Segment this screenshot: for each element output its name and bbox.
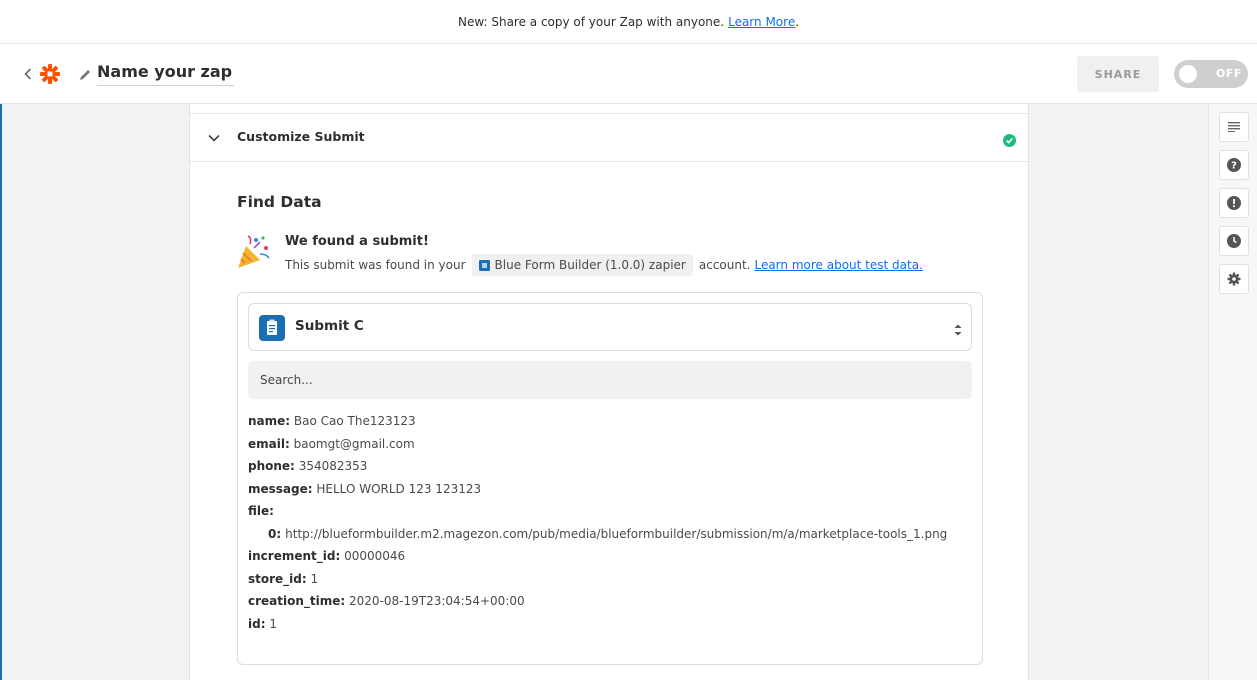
alert-icon — [1227, 196, 1241, 210]
help-button[interactable]: ? — [1219, 150, 1249, 180]
list-icon — [1228, 122, 1240, 132]
field-value: http://blueformbuilder.m2.magezon.com/pu… — [285, 526, 948, 541]
back-chevron-icon[interactable] — [24, 64, 38, 84]
field-key: store_id: — [248, 571, 307, 586]
field-row-file: file: — [248, 500, 968, 523]
field-key: id: — [248, 616, 266, 631]
announcement-banner: New: Share a copy of your Zap with anyon… — [0, 0, 1257, 44]
section-title: Customize Submit — [237, 129, 365, 144]
field-row-phone: phone: 354082353 — [248, 455, 968, 478]
zap-name-field[interactable]: Name your zap — [97, 62, 235, 86]
field-row-creation-time: creation_time: 2020-08-19T23:04:54+00:00 — [248, 590, 968, 613]
customize-submit-section-header[interactable]: Customize Submit — [190, 114, 1028, 162]
share-button[interactable]: SHARE — [1077, 56, 1159, 92]
field-key: creation_time: — [248, 594, 346, 608]
found-title: We found a submit! — [285, 234, 429, 249]
field-list: name: Bao Cao The123123 email: baomgt@gm… — [248, 410, 968, 635]
sample-record-selector[interactable]: Submit C — [248, 303, 972, 351]
help-icon: ? — [1227, 158, 1241, 172]
panel-top-strip — [190, 104, 1028, 114]
field-key: message: — [248, 481, 313, 496]
field-row-increment-id: increment_id: 00000046 — [248, 545, 968, 568]
field-value: 00000046 — [344, 549, 406, 563]
field-row-email: email: baomgt@gmail.com — [248, 433, 968, 456]
field-row-name: name: Bao Cao The123123 — [248, 410, 968, 433]
search-input[interactable] — [248, 361, 972, 399]
zap-on-off-toggle[interactable]: OFF — [1174, 60, 1248, 88]
settings-icon — [1227, 272, 1241, 286]
field-key: phone: — [248, 459, 295, 473]
history-icon — [1227, 234, 1241, 248]
field-key: name: — [248, 414, 291, 428]
banner-learn-more-link[interactable]: Learn More — [728, 15, 795, 29]
field-key: 0: — [268, 526, 282, 541]
field-key: email: — [248, 436, 290, 451]
right-sidebar: ? — [1208, 104, 1257, 680]
found-suffix: account. — [698, 258, 751, 272]
app-account-name: Blue Form Builder (1.0.0) zapier — [494, 258, 686, 272]
toggle-label: OFF — [1216, 67, 1242, 80]
chevron-down-icon — [206, 130, 222, 146]
field-key: file: — [248, 504, 274, 518]
history-button[interactable] — [1219, 226, 1249, 256]
field-row-message: message: HELLO WORLD 123 123123 — [248, 478, 968, 501]
find-data-title: Find Data — [237, 193, 322, 211]
field-row-id: id: 1 — [248, 613, 968, 636]
pencil-icon — [78, 67, 92, 81]
field-value: baomgt@gmail.com — [293, 436, 415, 451]
field-row-file-0: 0: http://blueformbuilder.m2.magezon.com/… — [248, 523, 968, 546]
settings-button[interactable] — [1219, 264, 1249, 294]
banner-text: New: Share a copy of your Zap with anyon… — [457, 14, 725, 29]
sample-record-label: Submit C — [295, 318, 364, 334]
sample-data-card: Submit C name: Bao Cao The123123 email: … — [237, 292, 983, 665]
editor-header: Name your zap SHARE OFF — [0, 44, 1257, 104]
alerts-button[interactable] — [1219, 188, 1249, 218]
blue-form-builder-icon — [478, 259, 490, 271]
field-value: 354082353 — [298, 459, 368, 473]
field-value: 2020-08-19T23:04:54+00:00 — [349, 594, 525, 608]
field-key: increment_id: — [248, 549, 341, 563]
learn-test-data-link[interactable]: Learn more about test data. — [754, 258, 922, 272]
banner-trail: . — [795, 14, 800, 29]
field-value: 1 — [310, 571, 319, 586]
check-circle-icon — [1003, 132, 1016, 147]
sort-updown-icon — [953, 322, 963, 336]
field-row-store-id: store_id: 1 — [248, 568, 968, 591]
step-editor-panel: Customize Submit Find Data We found a su… — [189, 104, 1029, 680]
field-value: 1 — [269, 616, 277, 631]
svg-text:?: ? — [1231, 161, 1237, 172]
found-prefix: This submit was found in your — [285, 258, 466, 272]
toggle-knob — [1179, 65, 1197, 83]
field-value: Bao Cao The123123 — [293, 414, 416, 428]
clipboard-app-icon — [259, 315, 285, 341]
found-description: This submit was found in your Blue Form … — [285, 254, 923, 276]
party-popper-icon — [236, 234, 272, 270]
field-value: HELLO WORLD 123 123123 — [316, 481, 482, 496]
outline-button[interactable] — [1219, 112, 1249, 142]
zapier-logo-icon[interactable] — [39, 63, 61, 85]
app-account-chip: Blue Form Builder (1.0.0) zapier — [471, 254, 693, 276]
